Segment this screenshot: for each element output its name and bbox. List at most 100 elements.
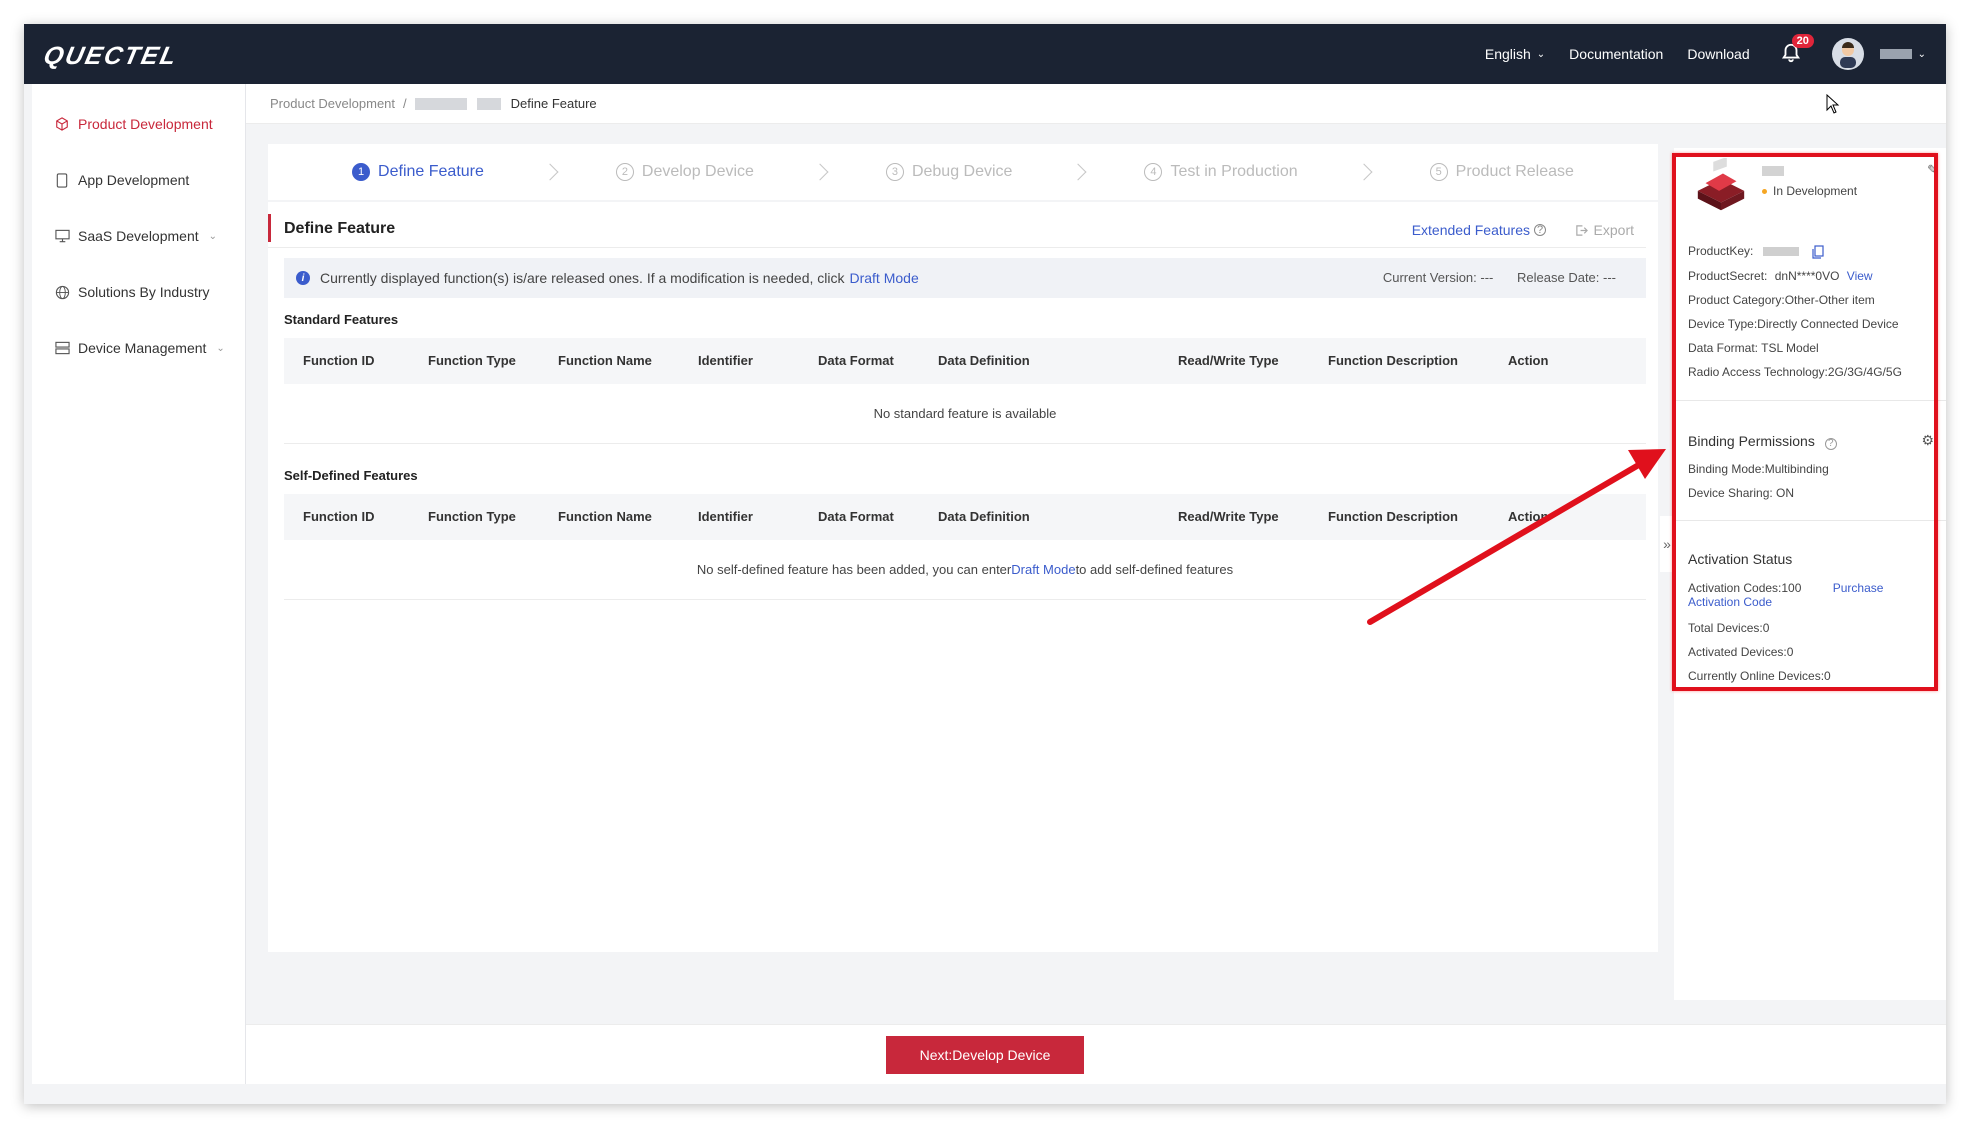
footer-bar: Next:Develop Device: [246, 1024, 1946, 1084]
column-header: Data Definition: [938, 353, 1030, 368]
sidebar-item-app-development[interactable]: App Development: [32, 152, 245, 208]
chevron-down-icon: ⌄: [1536, 48, 1546, 60]
column-header: Function Description: [1328, 509, 1458, 524]
breadcrumb-product-blurred: [476, 97, 501, 110]
version-info: Current Version: --- Release Date: ---: [1363, 270, 1616, 285]
globe-icon: [54, 284, 70, 300]
sidebar-item-solutions-by-industry[interactable]: Solutions By Industry: [32, 264, 245, 320]
chevron-down-icon: ⌄: [216, 342, 225, 354]
step-define-feature[interactable]: 1 Define Feature: [328, 163, 508, 181]
column-header: Read/Write Type: [1178, 353, 1279, 368]
next-develop-device-button[interactable]: Next:Develop Device: [886, 1036, 1084, 1074]
step-number: 1: [352, 163, 371, 181]
annotation-highlight-box: [1672, 153, 1938, 691]
step-number: 4: [1144, 163, 1163, 181]
column-header: Function Name: [558, 509, 652, 524]
step-product-release[interactable]: 5 Product Release: [1406, 163, 1598, 181]
notifications-button[interactable]: 20: [1780, 34, 1814, 66]
breadcrumb-product-blurred[interactable]: [414, 97, 467, 110]
column-header: Function ID: [303, 353, 375, 368]
release-date: Release Date: ---: [1517, 270, 1616, 285]
extended-features-link[interactable]: Extended Features ?: [1412, 222, 1546, 238]
step-test-in-production[interactable]: 4 Test in Production: [1120, 163, 1321, 181]
breadcrumb-root[interactable]: Product Development: [270, 96, 395, 111]
monitor-icon: [54, 228, 70, 244]
column-header: Data Format: [818, 509, 894, 524]
step-number: 5: [1429, 163, 1448, 181]
user-avatar-icon: [1839, 42, 1856, 68]
server-icon: [54, 340, 70, 356]
sidebar-item-label: Solutions By Industry: [78, 284, 210, 300]
empty-text-prefix: No self-defined feature has been added, …: [696, 562, 1012, 577]
download-link[interactable]: Download: [1687, 46, 1749, 62]
chevron-down-icon: ⌄: [208, 230, 218, 242]
chevron-right-icon: [1069, 163, 1087, 181]
page-title: Define Feature: [284, 220, 396, 237]
feature-panel: Define Feature Extended Features ? Expor…: [268, 202, 1658, 952]
sidebar-item-label: Device Management: [78, 340, 207, 356]
step-label: Debug Device: [911, 163, 1013, 180]
breadcrumb-current: Define Feature: [510, 96, 597, 111]
step-number: 3: [885, 163, 904, 181]
language-selector[interactable]: English ⌄: [1485, 46, 1545, 62]
quectel-logo[interactable]: QUECTEL: [41, 42, 180, 71]
sidebar-item-saas-development[interactable]: SaaS Development ⌄: [32, 208, 245, 264]
export-label: Export: [1593, 222, 1634, 238]
column-header: Function ID: [303, 509, 375, 524]
mouse-cursor-icon: [1826, 94, 1840, 114]
step-debug-device[interactable]: 3 Debug Device: [862, 163, 1037, 181]
draft-mode-link[interactable]: Draft Mode: [1011, 562, 1075, 577]
self-defined-features-empty: No self-defined feature has been added, …: [284, 540, 1646, 600]
help-circle-icon: ?: [1534, 224, 1546, 236]
current-version: Current Version: ---: [1382, 270, 1494, 285]
export-icon: [1575, 224, 1588, 236]
self-defined-features-table-header: Function ID Function Type Function Name …: [284, 494, 1646, 540]
avatar[interactable]: [1831, 38, 1864, 70]
step-number: 2: [615, 163, 634, 181]
sidebar: Product Development App Development SaaS…: [32, 84, 246, 1084]
column-header: Action: [1508, 509, 1549, 524]
sidebar-item-product-development[interactable]: Product Development: [32, 96, 245, 152]
chevron-right-icon: [811, 163, 829, 181]
breadcrumb-separator: /: [403, 96, 407, 111]
release-info-banner: i Currently displayed function(s) is/are…: [284, 258, 1646, 298]
column-header: Function Type: [428, 509, 516, 524]
header-actions: English ⌄ Documentation Download 20 ⌄: [1461, 24, 1926, 84]
chevron-down-icon[interactable]: ⌄: [1918, 49, 1926, 60]
column-header: Action: [1508, 353, 1549, 368]
step-label: Test in Production: [1170, 163, 1298, 180]
step-develop-device[interactable]: 2 Develop Device: [592, 163, 778, 181]
standard-features-table-header: Function ID Function Type Function Name …: [284, 338, 1646, 384]
sidebar-item-device-management[interactable]: Device Management ⌄: [32, 320, 245, 376]
chevron-right-icon: [541, 163, 559, 181]
step-label: Product Release: [1455, 163, 1574, 180]
column-header: Identifier: [698, 353, 753, 368]
section-accent-bar: [268, 214, 271, 242]
breadcrumb: Product Development / Define Feature: [246, 84, 1946, 124]
self-defined-features-title: Self-Defined Features: [284, 468, 418, 483]
column-header: Function Type: [428, 353, 516, 368]
column-header: Identifier: [698, 509, 753, 524]
column-header: Data Format: [818, 353, 894, 368]
chevron-right-icon: [1355, 163, 1373, 181]
app-window: QUECTEL English ⌄ Documentation Download…: [24, 24, 1946, 1104]
column-header: Read/Write Type: [1178, 509, 1279, 524]
standard-features-title: Standard Features: [284, 312, 399, 327]
sidebar-item-label: Product Development: [78, 116, 213, 132]
column-header: Data Definition: [938, 509, 1030, 524]
step-label: Develop Device: [641, 163, 754, 180]
top-navbar: QUECTEL English ⌄ Documentation Download…: [24, 24, 1946, 84]
standard-features-empty: No standard feature is available: [284, 384, 1646, 444]
section-header: Define Feature Extended Features ? Expor…: [268, 208, 1646, 248]
export-button[interactable]: Export: [1575, 222, 1634, 238]
cube-icon: [54, 116, 70, 132]
username-blurred[interactable]: [1879, 49, 1912, 59]
info-text: Currently displayed function(s) is/are r…: [320, 270, 845, 286]
notification-badge: 20: [1791, 34, 1814, 48]
documentation-link[interactable]: Documentation: [1569, 46, 1663, 62]
column-header: Function Description: [1328, 353, 1458, 368]
progress-stepper: 1 Define Feature 2 Develop Device 3 Debu…: [268, 144, 1658, 200]
draft-mode-link[interactable]: Draft Mode: [849, 270, 918, 286]
info-icon: i: [296, 271, 310, 285]
language-label: English: [1484, 46, 1531, 62]
